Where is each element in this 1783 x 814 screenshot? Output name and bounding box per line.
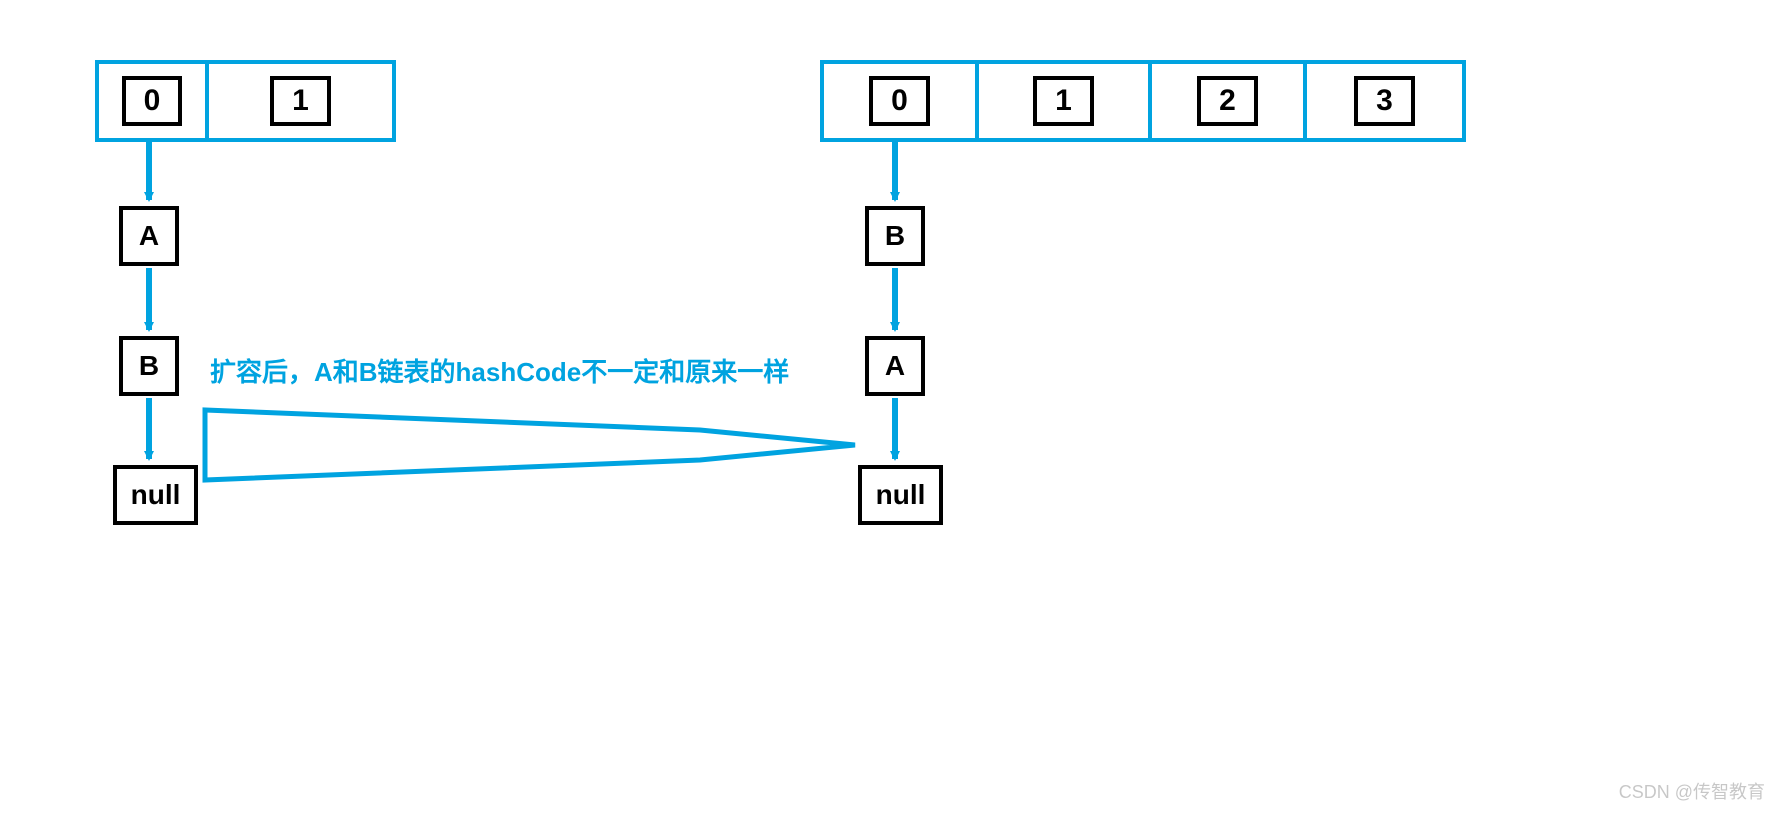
big-arrow-right-icon	[205, 410, 855, 480]
node-label: B	[885, 220, 905, 252]
index-label: 1	[1033, 76, 1094, 126]
index-label: 3	[1354, 76, 1415, 126]
diagram-root: 0 1 0 1 2 3 A B null B A null	[0, 0, 1783, 814]
array-cell: 0	[99, 64, 209, 138]
watermark-text: CSDN @传智教育	[1619, 778, 1765, 804]
node-label: B	[139, 350, 159, 382]
list-node: null	[113, 465, 198, 525]
array-cell: 0	[824, 64, 979, 138]
right-array: 0 1 2 3	[820, 60, 1466, 142]
list-node: null	[858, 465, 943, 525]
node-label: null	[131, 479, 181, 511]
list-node: A	[865, 336, 925, 396]
left-array: 0 1	[95, 60, 396, 142]
node-label: A	[885, 350, 905, 382]
caption-text: 扩容后，A和B链表的hashCode不一定和原来一样	[210, 352, 789, 389]
list-node: B	[865, 206, 925, 266]
node-label: null	[876, 479, 926, 511]
list-node: B	[119, 336, 179, 396]
array-cell: 1	[209, 64, 392, 138]
list-node: A	[119, 206, 179, 266]
index-label: 0	[122, 76, 183, 126]
index-label: 0	[869, 76, 930, 126]
index-label: 2	[1197, 76, 1258, 126]
node-label: A	[139, 220, 159, 252]
array-cell: 3	[1307, 64, 1462, 138]
index-label: 1	[270, 76, 331, 126]
array-cell: 2	[1152, 64, 1307, 138]
array-cell: 1	[979, 64, 1152, 138]
